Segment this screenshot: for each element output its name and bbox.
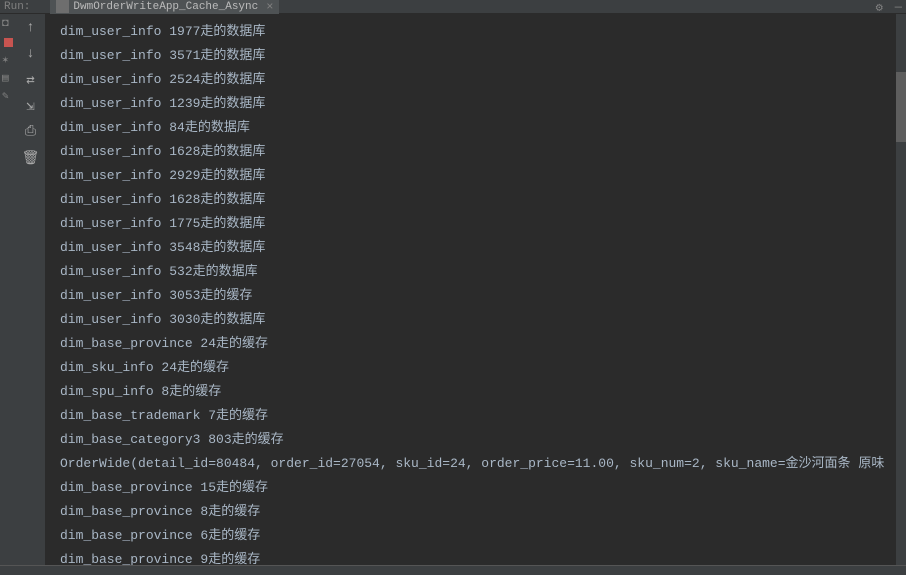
error-marker [4,38,13,47]
gear-icon[interactable]: ⚙ [876,0,883,15]
close-icon[interactable]: × [266,0,273,14]
console-line: dim_sku_info 24走的缓存 [60,356,906,380]
run-tab[interactable]: DwmOrderWriteApp_Cache_Async × [50,0,279,14]
scroll-end-icon[interactable]: ⇲ [23,98,39,114]
status-bar [0,565,906,575]
console-output: dim_user_info 1977走的数据库dim_user_info 357… [46,14,906,565]
tool-column: ↑ ↓ ⇄ ⇲ ⎙ 🗑 [16,14,46,565]
tab-title: DwmOrderWriteApp_Cache_Async [73,1,258,13]
top-bar: Run: DwmOrderWriteApp_Cache_Async × ⚙ — [0,0,906,14]
camera-icon[interactable]: ◘ [2,18,14,30]
console-line: dim_base_province 8走的缓存 [60,500,906,524]
minimize-icon[interactable]: — [895,0,902,14]
run-label: Run: [0,1,30,13]
console-line: dim_base_province 15走的缓存 [60,476,906,500]
console-line: dim_user_info 1775走的数据库 [60,212,906,236]
rerun-icon[interactable]: ↑ [23,20,39,36]
bug-icon[interactable]: ✶ [2,53,14,65]
gutter-left: ◘ ✶ ▤ ✎ [0,14,16,565]
wrap-icon[interactable]: ⇄ [23,72,39,88]
console-line: dim_user_info 84走的数据库 [60,116,906,140]
content-area: ◘ ✶ ▤ ✎ ↑↓⇄⇲⎙🗑 dim_user_info 1977走的数据库di… [0,14,906,565]
app-icon [56,0,69,13]
print-icon[interactable]: ⎙ [23,124,39,140]
console-line: dim_user_info 2929走的数据库 [60,164,906,188]
console-line: dim_user_info 3030走的数据库 [60,308,906,332]
console-line: dim_user_info 1628走的数据库 [60,188,906,212]
step-down-icon[interactable]: ↓ [23,46,39,62]
console-line: dim_user_info 3571走的数据库 [60,44,906,68]
console-line: dim_user_info 3053走的缓存 [60,284,906,308]
console-line: dim_user_info 1977走的数据库 [60,20,906,44]
structure-icon[interactable]: ▤ [2,71,14,83]
scrollbar-track[interactable] [896,14,906,565]
console-line: dim_base_province 6走的缓存 [60,524,906,548]
console-line: OrderWide(detail_id=80484, order_id=2705… [60,452,906,476]
console-line: dim_spu_info 8走的缓存 [60,380,906,404]
trash-icon[interactable]: 🗑 [23,150,39,166]
console-line: dim_user_info 2524走的数据库 [60,68,906,92]
console-line: dim_user_info 1239走的数据库 [60,92,906,116]
console-line: dim_user_info 1628走的数据库 [60,140,906,164]
console-line: dim_base_province 24走的缓存 [60,332,906,356]
console-line: dim_base_trademark 7走的缓存 [60,404,906,428]
scrollbar-thumb[interactable] [896,72,906,142]
console-line: dim_user_info 3548走的数据库 [60,236,906,260]
console-line: dim_user_info 532走的数据库 [60,260,906,284]
console-line: dim_base_province 9走的缓存 [60,548,906,565]
marker-icon[interactable]: ✎ [2,89,14,101]
console-line: dim_base_category3 803走的缓存 [60,428,906,452]
